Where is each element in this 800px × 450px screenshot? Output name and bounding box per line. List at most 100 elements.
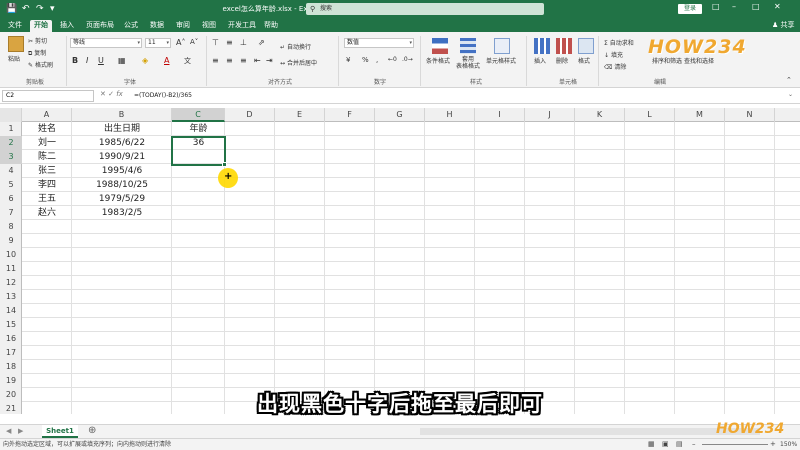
row-header-17[interactable]: 17 [0, 346, 22, 360]
tab-file[interactable]: 文件 [8, 20, 22, 31]
page-layout-view-icon[interactable]: ▣ [662, 439, 669, 450]
row-header-6[interactable]: 6 [0, 192, 22, 206]
search-box[interactable]: ⚲ 搜索 [306, 3, 544, 15]
page-break-view-icon[interactable]: ▤ [676, 439, 683, 450]
row-header-4[interactable]: 4 [0, 164, 22, 178]
conditional-format-icon[interactable] [432, 38, 448, 54]
cell-a2[interactable]: 刘一 [22, 136, 72, 150]
format-painter-button[interactable]: ✎ 格式刷 [28, 60, 53, 69]
cell-a6[interactable]: 王五 [22, 192, 72, 206]
increase-font-icon[interactable]: A˄ [176, 38, 185, 47]
insert-cells-icon[interactable] [534, 38, 550, 54]
prev-sheet-icon[interactable]: ◀ [6, 427, 11, 435]
paste-button[interactable]: 粘贴 [8, 54, 20, 63]
column-header-m[interactable]: M [675, 108, 725, 122]
align-right-icon[interactable]: ≡ [240, 56, 247, 65]
decrease-indent-icon[interactable]: ⇤ [254, 56, 261, 65]
percent-icon[interactable]: % [362, 56, 369, 64]
tab-help[interactable]: 帮助 [264, 20, 278, 31]
bold-icon[interactable]: B [72, 56, 78, 65]
italic-icon[interactable]: I [86, 56, 88, 65]
cell-a5[interactable]: 李四 [22, 178, 72, 192]
table-format-icon[interactable] [460, 38, 476, 54]
ribbon-display-icon[interactable]: □ [712, 2, 720, 11]
enter-icon[interactable]: ✓ [108, 90, 114, 98]
cell-a1[interactable]: 姓名 [22, 122, 72, 136]
cell-c4[interactable] [172, 164, 225, 178]
tab-data[interactable]: 数据 [150, 20, 164, 31]
format-as-table-button[interactable]: 套用 表格格式 [456, 56, 480, 70]
cell-styles-icon[interactable] [494, 38, 510, 54]
align-middle-icon[interactable]: ≡ [226, 38, 233, 47]
column-header-g[interactable]: G [375, 108, 425, 122]
column-header-i[interactable]: I [475, 108, 525, 122]
cell-a7[interactable]: 赵六 [22, 206, 72, 220]
number-format-select[interactable]: 数值 ▾ [344, 38, 414, 48]
cell-c6[interactable] [172, 192, 225, 206]
wrap-text-button[interactable]: ↵ 自动换行 [280, 42, 311, 51]
delete-button[interactable]: 删除 [556, 56, 568, 65]
zoom-in-icon[interactable]: + [770, 439, 776, 450]
spreadsheet-grid[interactable]: ABCDEFGHIJKLMN 1 2 3 4 5 6 7 8 9 10 11 12 13 14 15 16 17… [0, 108, 800, 414]
zoom-level[interactable]: 150% [780, 439, 797, 450]
currency-icon[interactable]: ¥ [346, 56, 350, 64]
minimize-icon[interactable]: – [732, 2, 736, 11]
cell-b4[interactable]: 1995/4/6 [72, 164, 172, 178]
row-header-3[interactable]: 3 [0, 150, 22, 164]
delete-cells-icon[interactable] [556, 38, 572, 54]
sheet-tab-sheet1[interactable]: Sheet1 [42, 425, 78, 438]
zoom-out-icon[interactable]: – [692, 439, 696, 450]
cancel-icon[interactable]: ✕ [100, 90, 106, 98]
cell-a4[interactable]: 张三 [22, 164, 72, 178]
cell-styles-button[interactable]: 单元格样式 [486, 56, 516, 65]
row-header-18[interactable]: 18 [0, 360, 22, 374]
column-header-d[interactable]: D [225, 108, 275, 122]
cell-a3[interactable]: 陈二 [22, 150, 72, 164]
expand-formula-icon[interactable]: ⌄ [788, 91, 793, 98]
align-top-icon[interactable]: ⊤ [212, 38, 219, 47]
row-header-8[interactable]: 8 [0, 220, 22, 234]
row-header-19[interactable]: 19 [0, 374, 22, 388]
font-size-select[interactable]: 11 ▾ [145, 38, 171, 48]
cell-b1[interactable]: 出生日期 [72, 122, 172, 136]
font-name-select[interactable]: 等线 ▾ [70, 38, 142, 48]
formula-input[interactable]: =(TODAY()-B2)/365 [134, 92, 192, 99]
paste-icon[interactable] [8, 36, 24, 52]
cell-b7[interactable]: 1983/2/5 [72, 206, 172, 220]
name-box[interactable]: C2 [2, 90, 94, 102]
copy-button[interactable]: ⧉ 复制 [28, 48, 46, 58]
column-header-k[interactable]: K [575, 108, 625, 122]
tab-page-layout[interactable]: 页面布局 [86, 20, 114, 31]
share-button[interactable]: ♟ 共享 [772, 20, 795, 30]
column-header-b[interactable]: B [72, 108, 172, 122]
maximize-icon[interactable]: □ [752, 2, 760, 11]
increase-decimal-icon[interactable]: ←0 [388, 56, 397, 63]
increase-indent-icon[interactable]: ⇥ [266, 56, 273, 65]
insert-function-icon[interactable]: fx [116, 90, 123, 98]
cell-c1[interactable]: 年龄 [172, 122, 225, 136]
column-header-c[interactable]: C [172, 108, 225, 122]
column-header-j[interactable]: J [525, 108, 575, 122]
tab-view[interactable]: 视图 [202, 20, 216, 31]
align-center-icon[interactable]: ≡ [226, 56, 233, 65]
fill-button[interactable]: ↓ 填充 [604, 50, 623, 59]
row-header-9[interactable]: 9 [0, 234, 22, 248]
phonetic-icon[interactable]: 文 [184, 56, 191, 66]
normal-view-icon[interactable]: ▦ [648, 439, 655, 450]
row-header-12[interactable]: 12 [0, 276, 22, 290]
cell-b2[interactable]: 1985/6/22 [72, 136, 172, 150]
tab-developer[interactable]: 开发工具 [228, 20, 256, 31]
decrease-decimal-icon[interactable]: .0→ [402, 56, 413, 63]
tab-insert[interactable]: 插入 [60, 20, 74, 31]
row-header-5[interactable]: 5 [0, 178, 22, 192]
tab-review[interactable]: 审阅 [176, 20, 190, 31]
clear-button[interactable]: ⌫ 清除 [604, 62, 626, 71]
select-all-corner[interactable] [0, 108, 22, 122]
underline-icon[interactable]: U [98, 56, 104, 65]
autosum-button[interactable]: Σ 自动求和 [604, 38, 634, 47]
row-header-16[interactable]: 16 [0, 332, 22, 346]
align-bottom-icon[interactable]: ⊥ [240, 38, 247, 47]
row-header-13[interactable]: 13 [0, 290, 22, 304]
cell-c7[interactable] [172, 206, 225, 220]
cell-b6[interactable]: 1979/5/29 [72, 192, 172, 206]
